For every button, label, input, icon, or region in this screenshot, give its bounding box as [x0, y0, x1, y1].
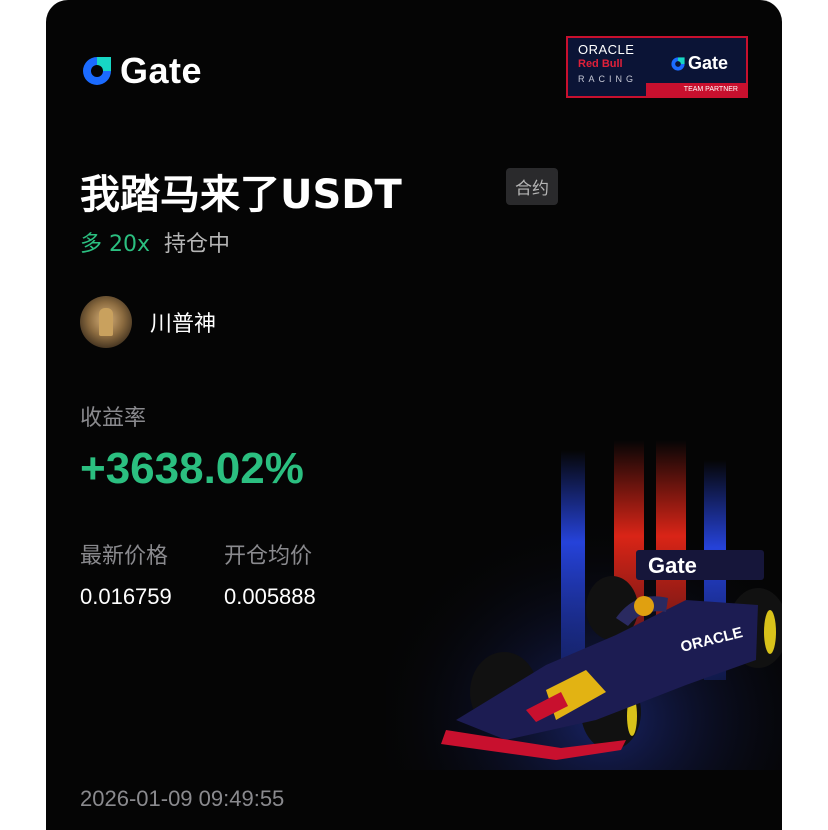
share-card: Gate ORACLE Red Bull RACING Gate TEAM PA…	[46, 0, 782, 830]
direction-leverage: 多 20x	[80, 232, 151, 257]
avg-price-value: 0.005888	[224, 584, 316, 609]
race-car-image: Gate ORACLE	[386, 430, 782, 770]
gate-small-icon	[671, 56, 685, 71]
contract-tag: 合约	[506, 168, 558, 205]
brand-name: Gate	[120, 50, 203, 91]
brand-logo: Gate	[80, 50, 202, 92]
car-wing-text: Gate	[648, 553, 697, 578]
partner-gate: Gate	[670, 53, 728, 74]
roi-label: 收益率	[80, 406, 147, 431]
contract-symbol: 我踏马来了USDT	[80, 172, 402, 218]
position-status: 持仓中	[164, 232, 231, 257]
partner-banner: ORACLE Red Bull RACING Gate TEAM PARTNER	[566, 36, 748, 98]
timestamp: 2026-01-09 09:49:55	[80, 786, 285, 811]
user-row: 川普神	[80, 296, 216, 348]
position-info: 多 20x 持仓中	[80, 226, 230, 258]
partner-gate-text: Gate	[688, 53, 729, 73]
username: 川普神	[150, 312, 217, 337]
partner-line3: RACING	[578, 74, 638, 84]
roi-value: +3638.02%	[80, 444, 304, 493]
avatar	[80, 296, 132, 348]
partner-line1: ORACLE	[578, 42, 635, 57]
gate-logo-icon	[83, 57, 111, 85]
partner-line2: Red Bull	[578, 58, 623, 70]
last-price-label: 最新价格	[80, 544, 169, 569]
avg-price-label: 开仓均价	[224, 544, 313, 569]
last-price-value: 0.016759	[80, 584, 172, 609]
partner-footer: TEAM PARTNER	[646, 83, 746, 96]
